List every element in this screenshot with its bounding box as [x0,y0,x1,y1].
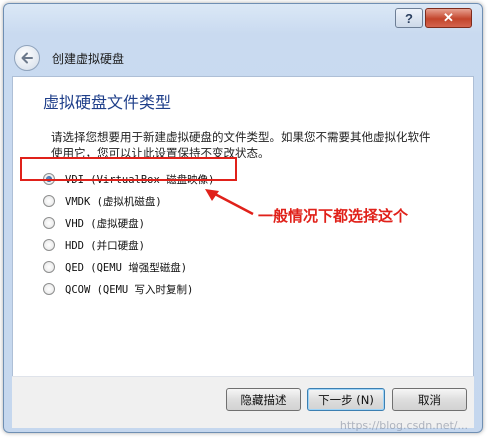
option-qed[interactable]: QED (QEMU 增强型磁盘) [43,259,187,275]
radio-button[interactable] [43,195,55,207]
wizard-title: 创建虚拟硬盘 [52,51,125,66]
wizard-content: 虚拟硬盘文件类型 请选择您想要用于新建虚拟硬盘的文件类型。如果您不需要其他虚拟化… [12,76,474,376]
annotation-text: 一般情况下都选择这个 [258,207,409,225]
radio-button[interactable] [43,217,55,229]
option-vhd[interactable]: VHD (虚拟硬盘) [43,215,145,231]
radio-button[interactable] [43,261,55,273]
highlight-box [20,157,237,181]
title-bar: ? ✕ [4,4,482,32]
next-button[interactable]: 下一步 (N) [307,388,385,411]
option-qcow[interactable]: QCOW (QEMU 写入时复制) [43,281,193,297]
option-hdd[interactable]: HDD (并口硬盘) [43,237,145,253]
close-button[interactable]: ✕ [425,8,472,28]
option-label: HDD (并口硬盘) [65,239,145,252]
description-line: 请选择您想要用于新建虚拟硬盘的文件类型。如果您不需要其他虚拟化软件 [51,130,431,144]
option-label: QED (QEMU 增强型磁盘) [65,261,188,274]
radio-button[interactable] [43,239,55,251]
hide-description-button[interactable]: 隐藏描述 [226,388,301,411]
back-button[interactable] [14,45,40,71]
wizard-window: ? ✕ 创建虚拟硬盘 虚拟硬盘文件类型 请选择您想要用于新建虚拟硬盘的文件类型。… [3,3,483,433]
option-vmdk[interactable]: VMDK (虚拟机磁盘) [43,193,162,209]
option-label: VHD (虚拟硬盘) [65,217,145,230]
annotation-arrow-icon [205,189,254,216]
radio-button[interactable] [43,283,55,295]
page-title: 虚拟硬盘文件类型 [43,93,172,112]
wizard-header: 创建虚拟硬盘 [12,38,474,78]
option-label: VMDK (虚拟机磁盘) [65,195,162,208]
option-label: QCOW (QEMU 写入时复制) [65,283,194,296]
back-arrow-icon [21,52,33,64]
help-button[interactable]: ? [395,8,423,28]
cancel-button[interactable]: 取消 [392,388,467,411]
watermark: https://blog.csdn.net/... [339,419,468,432]
